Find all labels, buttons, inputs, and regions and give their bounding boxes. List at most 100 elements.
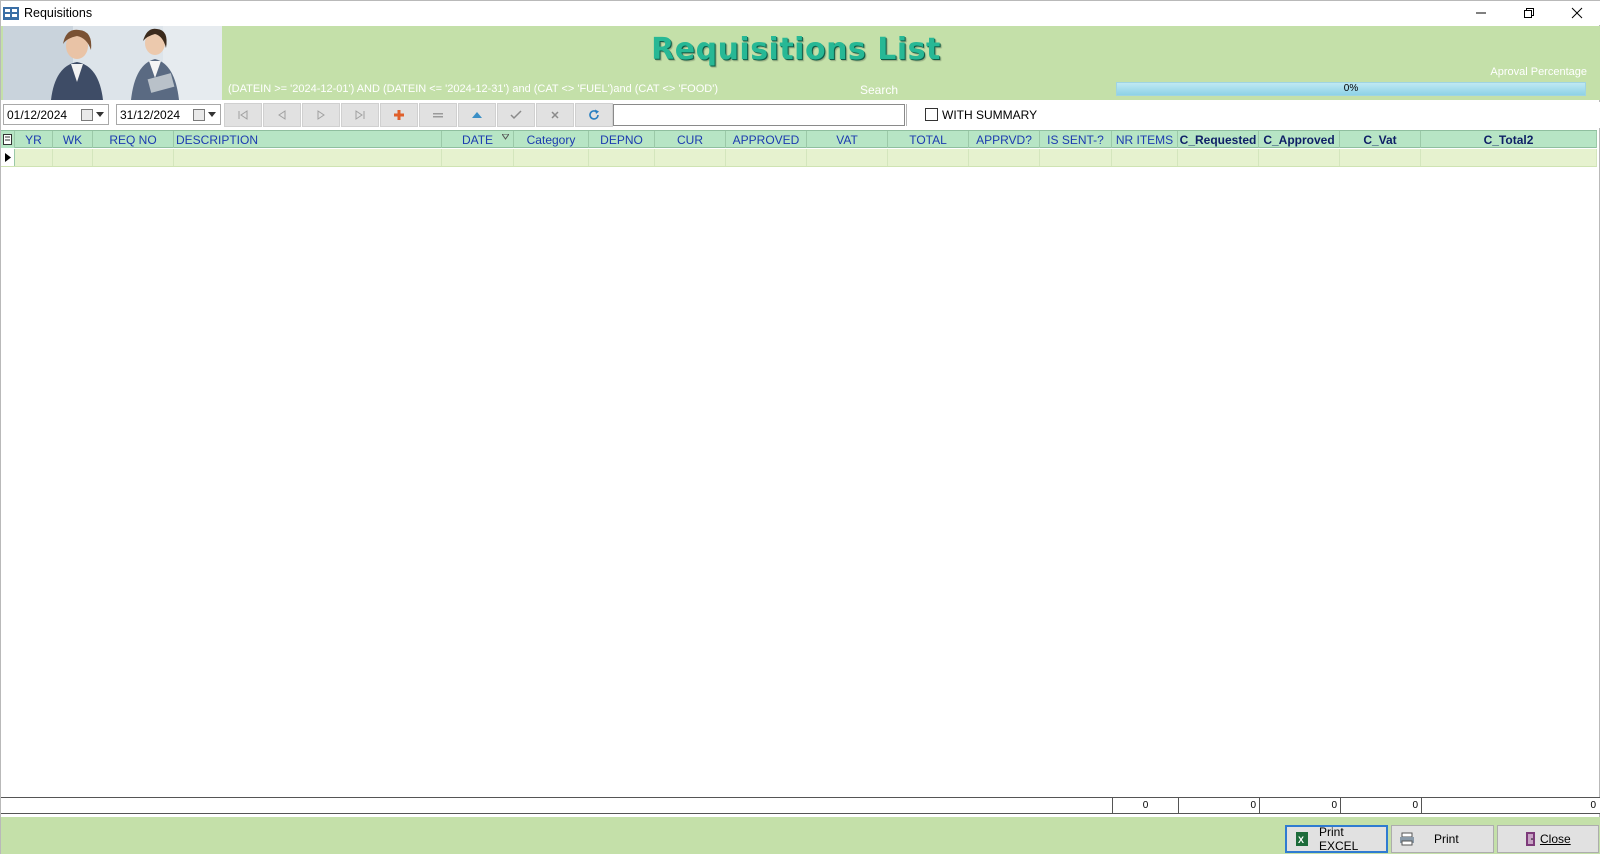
minimize-button[interactable] bbox=[1457, 1, 1505, 25]
table-cell[interactable] bbox=[15, 149, 53, 166]
approval-progress-bar: 0% bbox=[1116, 82, 1586, 96]
column-header-description[interactable]: DESCRIPTION bbox=[174, 131, 442, 148]
print-excel-button[interactable]: X Print EXCEL bbox=[1285, 825, 1388, 853]
nav-cancel-button[interactable] bbox=[536, 103, 574, 127]
bottom-button-bar: X Print EXCEL Print Close bbox=[1, 817, 1600, 854]
close-button[interactable]: Close bbox=[1497, 825, 1599, 853]
first-icon bbox=[238, 110, 248, 120]
edit-icon bbox=[472, 112, 482, 118]
column-header-nr-items[interactable]: NR ITEMS bbox=[1112, 131, 1178, 148]
table-cell[interactable] bbox=[174, 149, 442, 166]
column-header-date[interactable]: DATE bbox=[442, 131, 514, 148]
print-label: Print bbox=[1434, 832, 1459, 846]
calendar-icon bbox=[193, 108, 205, 121]
nav-next-button[interactable] bbox=[302, 103, 340, 127]
column-header-req-no[interactable]: REQ NO bbox=[93, 131, 174, 148]
totals-spacer bbox=[1, 798, 1113, 813]
grid-totals-row: 0 0 0 0 0 bbox=[1, 797, 1600, 814]
table-cell[interactable] bbox=[1178, 149, 1259, 166]
table-cell[interactable] bbox=[1259, 149, 1340, 166]
restore-button[interactable] bbox=[1505, 1, 1553, 25]
column-header-c-approved[interactable]: C_Approved bbox=[1259, 131, 1340, 148]
date-from-picker[interactable]: 01/12/2024 bbox=[3, 104, 109, 125]
restore-icon bbox=[1524, 8, 1534, 18]
nav-prior-button[interactable] bbox=[263, 103, 301, 127]
column-header-cur[interactable]: CUR bbox=[655, 131, 726, 148]
column-header-apprvd[interactable]: APPRVD? bbox=[969, 131, 1040, 148]
date-from-value: 01/12/2024 bbox=[7, 107, 68, 122]
table-cell[interactable] bbox=[888, 149, 969, 166]
insert-icon bbox=[394, 110, 404, 120]
total-c-vat: 0 bbox=[1341, 798, 1422, 813]
nav-post-button[interactable] bbox=[497, 103, 535, 127]
column-header-is-sent[interactable]: IS SENT-? bbox=[1040, 131, 1112, 148]
grid-corner[interactable] bbox=[1, 131, 15, 148]
door-exit-icon bbox=[1524, 831, 1538, 847]
with-summary-label: WITH SUMMARY bbox=[942, 108, 1038, 122]
total-c-approved: 0 bbox=[1260, 798, 1341, 813]
column-header-yr[interactable]: YR bbox=[15, 131, 53, 148]
header-panel: Requisitions List (DATEIN >= '2024-12-01… bbox=[1, 26, 1600, 100]
filter-expression: (DATEIN >= '2024-12-01') AND (DATEIN <= … bbox=[228, 83, 718, 95]
column-header-total[interactable]: TOTAL bbox=[888, 131, 969, 148]
total-nr-items: 0 bbox=[1113, 798, 1179, 813]
filter-icon bbox=[502, 134, 509, 140]
date-to-value: 31/12/2024 bbox=[120, 107, 181, 122]
search-label: Search bbox=[860, 83, 899, 97]
column-header-approved[interactable]: APPROVED bbox=[726, 131, 807, 148]
print-excel-label: Print EXCEL bbox=[1319, 825, 1359, 853]
table-row[interactable] bbox=[1, 149, 1597, 167]
table-cell[interactable] bbox=[514, 149, 589, 166]
column-header-c-requested[interactable]: C_Requested bbox=[1178, 131, 1259, 148]
prior-icon bbox=[278, 110, 286, 120]
table-cell[interactable] bbox=[655, 149, 726, 166]
table-cell[interactable] bbox=[589, 149, 655, 166]
nav-edit-button[interactable] bbox=[458, 103, 496, 127]
close-window-button[interactable] bbox=[1553, 1, 1600, 25]
column-header-c-total2[interactable]: C_Total2 bbox=[1421, 131, 1597, 148]
print-button[interactable]: Print bbox=[1391, 825, 1494, 853]
total-c-total2: 0 bbox=[1590, 800, 1596, 811]
app-grid-icon bbox=[3, 7, 19, 20]
column-header-category[interactable]: Category bbox=[514, 131, 589, 148]
table-cell[interactable] bbox=[726, 149, 807, 166]
printer-icon bbox=[1398, 831, 1416, 847]
nav-last-button[interactable] bbox=[341, 103, 379, 127]
nav-first-button[interactable] bbox=[224, 103, 262, 127]
table-cell[interactable] bbox=[1340, 149, 1421, 166]
delete-icon bbox=[433, 113, 443, 118]
table-cell[interactable] bbox=[53, 149, 93, 166]
search-input[interactable] bbox=[613, 104, 905, 126]
next-icon bbox=[317, 110, 325, 120]
nav-delete-button[interactable] bbox=[419, 103, 457, 127]
page-title: Requisitions List bbox=[651, 32, 941, 67]
excel-icon: X bbox=[1293, 831, 1311, 847]
progress-text: 0% bbox=[1343, 83, 1359, 94]
window-title: Requisitions bbox=[24, 6, 93, 20]
table-cell[interactable] bbox=[93, 149, 174, 166]
column-chooser-icon bbox=[3, 134, 12, 145]
table-cell[interactable] bbox=[442, 149, 514, 166]
cancel-icon bbox=[551, 111, 559, 119]
table-cell[interactable] bbox=[1040, 149, 1112, 166]
table-cell[interactable] bbox=[807, 149, 888, 166]
table-cell[interactable] bbox=[1112, 149, 1178, 166]
toolbar-separator bbox=[906, 104, 907, 126]
svg-text:X: X bbox=[1298, 835, 1304, 845]
column-header-vat[interactable]: VAT bbox=[807, 131, 888, 148]
calendar-icon bbox=[81, 108, 93, 121]
table-cell[interactable] bbox=[969, 149, 1040, 166]
chevron-down-icon bbox=[207, 110, 217, 120]
nav-insert-button[interactable] bbox=[380, 103, 418, 127]
refresh-icon bbox=[589, 109, 599, 120]
column-header-wk[interactable]: WK bbox=[53, 131, 93, 148]
last-icon bbox=[355, 110, 365, 120]
post-icon bbox=[510, 110, 522, 120]
column-header-depno[interactable]: DEPNO bbox=[589, 131, 655, 148]
nav-refresh-button[interactable] bbox=[575, 103, 613, 127]
current-row-arrow-icon bbox=[4, 153, 11, 162]
date-to-picker[interactable]: 31/12/2024 bbox=[116, 104, 221, 125]
with-summary-checkbox[interactable] bbox=[925, 108, 938, 121]
table-cell[interactable] bbox=[1421, 149, 1597, 166]
column-header-c-vat[interactable]: C_Vat bbox=[1340, 131, 1421, 148]
